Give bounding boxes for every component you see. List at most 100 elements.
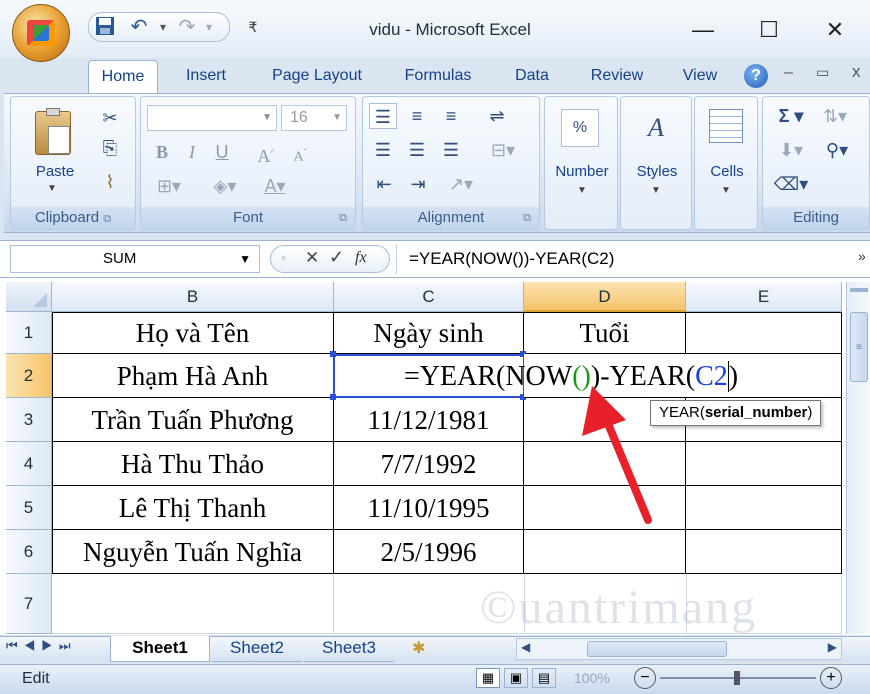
insert-sheet-icon[interactable]: ✱ bbox=[412, 638, 425, 658]
close-button[interactable]: ✕ bbox=[812, 12, 858, 48]
find-select-icon[interactable]: ⚲▾ bbox=[819, 137, 855, 163]
zoom-slider-thumb[interactable] bbox=[734, 671, 740, 685]
name-box-dropdown-icon[interactable]: ▼ bbox=[239, 246, 251, 272]
font-size-combo[interactable]: 16 ▼ bbox=[281, 105, 347, 131]
ribbon-minimize-icon[interactable]: – bbox=[784, 64, 793, 82]
col-header-b[interactable]: B bbox=[52, 282, 334, 312]
cell-c3[interactable]: 11/12/1981 bbox=[334, 398, 524, 442]
cancel-icon[interactable]: ✕ bbox=[305, 248, 319, 268]
save-icon[interactable] bbox=[94, 16, 116, 38]
orientation-icon[interactable]: ↗▾ bbox=[441, 171, 481, 197]
page-layout-view-icon[interactable]: ▣ bbox=[504, 668, 528, 688]
align-bottom-icon[interactable]: ≡ bbox=[437, 103, 465, 129]
paste-dropdown-icon[interactable]: ▼ bbox=[47, 183, 57, 194]
decrease-indent-icon[interactable]: ⇤ bbox=[369, 171, 399, 197]
cell-d1[interactable]: Tuổi bbox=[524, 312, 686, 354]
help-icon[interactable]: ? bbox=[744, 64, 768, 88]
col-header-c[interactable]: C bbox=[334, 282, 524, 312]
row-header-2[interactable]: 2 bbox=[6, 354, 52, 398]
horizontal-scrollbar[interactable]: ◀ ▶ bbox=[516, 638, 842, 660]
formula-input[interactable]: =YEAR(NOW())-YEAR(C2) bbox=[396, 244, 856, 274]
sheet-nav-icons[interactable]: ⏮◀▶⏭ bbox=[6, 638, 106, 654]
h-scroll-thumb[interactable] bbox=[587, 641, 727, 657]
normal-view-icon[interactable]: ▦ bbox=[476, 668, 500, 688]
fill-color-icon[interactable]: ◈▾ bbox=[203, 173, 247, 199]
scroll-right-icon[interactable]: ▶ bbox=[828, 640, 837, 654]
font-color-icon[interactable]: A▾ bbox=[253, 173, 297, 199]
scroll-thumb[interactable]: ≡ bbox=[850, 312, 868, 382]
paste-button[interactable]: Paste bbox=[25, 163, 85, 180]
name-box[interactable]: SUM ▼ bbox=[10, 245, 260, 273]
redo-icon[interactable]: ↷ bbox=[176, 16, 198, 38]
ribbon-restore-icon[interactable]: ▭ bbox=[816, 64, 829, 81]
range-handle[interactable] bbox=[330, 394, 336, 400]
increase-indent-icon[interactable]: ⇥ bbox=[403, 171, 433, 197]
shrink-font-icon[interactable]: Aˇ bbox=[285, 139, 315, 165]
cell-c5[interactable]: 11/10/1995 bbox=[334, 486, 524, 530]
sheet-tab-3[interactable]: Sheet3 bbox=[304, 636, 394, 662]
format-painter-icon[interactable]: ⌇ bbox=[97, 169, 123, 195]
row-header-3[interactable]: 3 bbox=[6, 398, 52, 442]
vertical-scrollbar[interactable]: ≡ bbox=[846, 282, 870, 634]
sheet-tab-2[interactable]: Sheet2 bbox=[212, 636, 302, 662]
zoom-in-icon[interactable]: + bbox=[820, 667, 842, 689]
cells-dropdown-icon[interactable]: ▼ bbox=[721, 185, 731, 196]
clipboard-launcher-icon[interactable]: ⧉ bbox=[103, 213, 111, 225]
alignment-launcher-icon[interactable]: ⧉ bbox=[523, 207, 531, 229]
undo-dropdown-icon[interactable]: ▾ bbox=[152, 16, 174, 38]
align-middle-icon[interactable]: ≡ bbox=[403, 103, 431, 129]
tab-formulas[interactable]: Formulas bbox=[396, 60, 480, 94]
cell-b3[interactable]: Trần Tuấn Phương bbox=[52, 398, 334, 442]
tab-view[interactable]: View bbox=[674, 60, 726, 94]
split-handle[interactable] bbox=[850, 288, 868, 292]
select-all-corner[interactable] bbox=[6, 282, 52, 312]
borders-icon[interactable]: ⊞▾ bbox=[149, 173, 189, 199]
col-header-d[interactable]: D bbox=[524, 282, 686, 312]
wrap-text-icon[interactable]: ⇌ bbox=[483, 103, 511, 129]
cell-e5[interactable] bbox=[686, 486, 842, 530]
tab-insert[interactable]: Insert bbox=[176, 60, 236, 94]
cell-b4[interactable]: Hà Thu Thảo bbox=[52, 442, 334, 486]
fill-icon[interactable]: ⬇▾ bbox=[773, 137, 809, 163]
styles-button[interactable]: Styles bbox=[621, 163, 693, 180]
font-name-combo[interactable]: ▼ bbox=[147, 105, 277, 131]
expand-icon[interactable]: ◦ bbox=[281, 249, 286, 265]
cells-button[interactable]: Cells bbox=[695, 163, 759, 180]
tooltip-arg[interactable]: serial_number bbox=[705, 404, 808, 421]
row-header-4[interactable]: 4 bbox=[6, 442, 52, 486]
cell-b6[interactable]: Nguyễn Tuấn Nghĩa bbox=[52, 530, 334, 574]
tab-data[interactable]: Data bbox=[508, 60, 556, 94]
align-top-icon[interactable]: ☰ bbox=[369, 103, 397, 129]
clear-icon[interactable]: ⌫▾ bbox=[773, 171, 809, 197]
tab-page-layout[interactable]: Page Layout bbox=[264, 60, 370, 94]
redo-dropdown-icon[interactable]: ▾ bbox=[198, 16, 220, 38]
cell-c6[interactable]: 2/5/1996 bbox=[334, 530, 524, 574]
cell-e6[interactable] bbox=[686, 530, 842, 574]
number-button[interactable]: Number bbox=[545, 163, 619, 180]
formula-expand-icon[interactable]: » bbox=[858, 248, 866, 264]
minimize-button[interactable]: — bbox=[680, 12, 726, 48]
merge-center-icon[interactable]: ⊟▾ bbox=[483, 137, 523, 163]
row-header-7[interactable]: 7 bbox=[6, 574, 52, 634]
cell-c4[interactable]: 7/7/1992 bbox=[334, 442, 524, 486]
zoom-slider[interactable] bbox=[660, 671, 816, 685]
tab-review[interactable]: Review bbox=[584, 60, 650, 94]
maximize-button[interactable]: ☐ bbox=[746, 12, 792, 48]
col-header-e[interactable]: E bbox=[686, 282, 842, 312]
ribbon-close-icon[interactable]: x bbox=[852, 62, 861, 82]
tab-home[interactable]: Home bbox=[88, 60, 158, 94]
underline-icon[interactable]: U bbox=[211, 139, 233, 165]
row-header-6[interactable]: 6 bbox=[6, 530, 52, 574]
align-center-icon[interactable]: ☰ bbox=[403, 137, 431, 163]
number-dropdown-icon[interactable]: ▼ bbox=[577, 185, 587, 196]
copy-icon[interactable]: ⎘ bbox=[97, 135, 123, 161]
sort-filter-icon[interactable]: ⇅▾ bbox=[815, 103, 855, 129]
insert-function-icon[interactable]: fx bbox=[355, 249, 367, 267]
range-handle[interactable] bbox=[330, 351, 336, 357]
cell-d6[interactable] bbox=[524, 530, 686, 574]
align-left-icon[interactable]: ☰ bbox=[369, 137, 397, 163]
undo-icon[interactable]: ↶ bbox=[128, 16, 150, 38]
scroll-left-icon[interactable]: ◀ bbox=[521, 640, 530, 654]
enter-icon[interactable]: ✓ bbox=[329, 247, 344, 268]
grow-font-icon[interactable]: A^ bbox=[251, 139, 281, 166]
